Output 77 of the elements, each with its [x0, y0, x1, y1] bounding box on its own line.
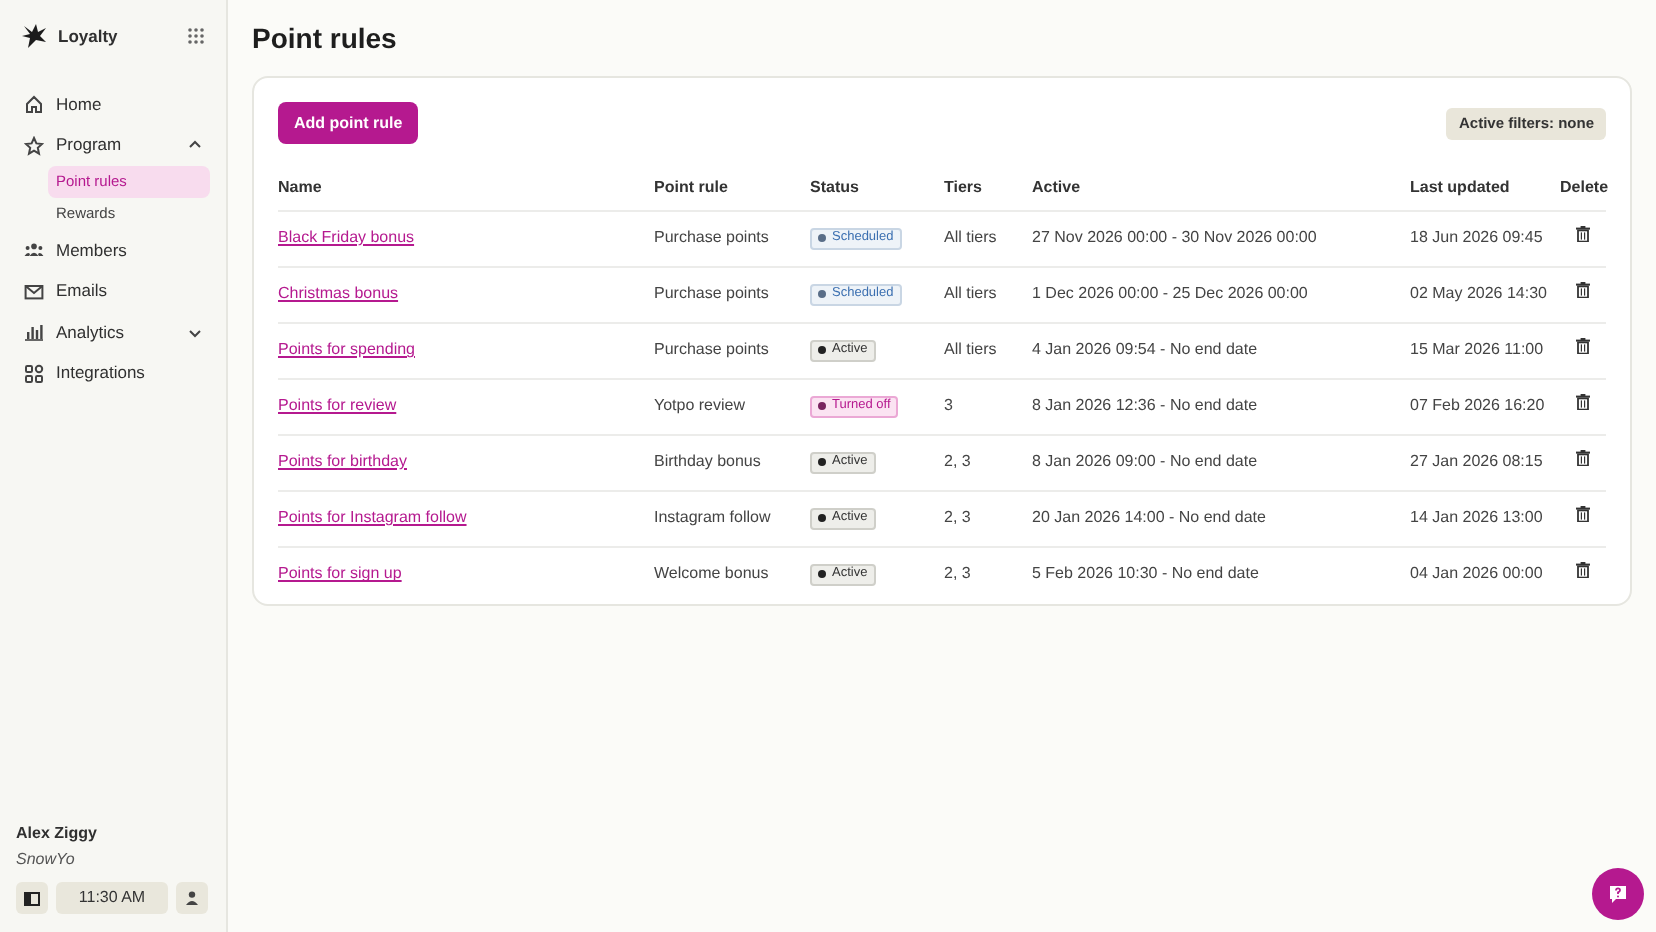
people-icon — [24, 240, 44, 261]
rule-link[interactable]: Points for review — [278, 396, 397, 414]
table-cell: 2, 3 — [944, 434, 1032, 490]
bar-chart-icon — [24, 322, 44, 343]
delete-button[interactable] — [1576, 226, 1590, 242]
nav-item[interactable]: Home — [16, 84, 210, 125]
table-cell: 5 Feb 2026 10:30 - No end date — [1032, 546, 1410, 602]
nav-item[interactable]: Analytics — [16, 312, 210, 353]
nav-item[interactable]: Integrations — [16, 353, 210, 394]
column-header: Delete — [1560, 166, 1606, 210]
help-icon — [1608, 884, 1628, 904]
chevron-down-icon[interactable] — [188, 325, 202, 340]
rule-link[interactable]: Black Friday bonus — [278, 228, 415, 246]
nav-item[interactable]: Emails — [16, 271, 210, 312]
column-header: Name — [278, 166, 654, 210]
column-header: Active — [1032, 166, 1410, 210]
table-cell: 8 Jan 2026 09:00 - No end date — [1032, 434, 1410, 490]
column-header: Status — [810, 166, 944, 210]
shop-name: SnowYo — [16, 848, 77, 872]
mail-icon — [24, 281, 44, 302]
table-cell: Yotpo review — [654, 378, 810, 434]
page-title: Point rules — [252, 20, 399, 58]
sidebar-panel-icon — [24, 891, 40, 905]
nav-item[interactable]: Program — [16, 125, 210, 166]
table-cell: 04 Jan 2026 00:00 — [1410, 546, 1560, 602]
time-button[interactable]: 11:30 AM — [56, 882, 168, 914]
table-cell: 27 Nov 2026 00:00 - 30 Nov 2026 00:00 — [1032, 210, 1410, 266]
rule-link[interactable]: Points for spending — [278, 340, 415, 358]
grid-icon — [24, 363, 44, 384]
table-cell: Purchase points — [654, 322, 810, 378]
column-header: Tiers — [944, 166, 1032, 210]
nav-item[interactable]: Members — [16, 230, 210, 271]
table-cell: All tiers — [944, 210, 1032, 266]
table-cell: 2, 3 — [944, 546, 1032, 602]
table-cell: 18 Jun 2026 09:45 — [1410, 210, 1560, 266]
brand-name: Loyalty — [58, 23, 120, 49]
add-point-rule-button[interactable]: Add point rule — [278, 102, 419, 144]
table-cell: 02 May 2026 14:30 — [1410, 266, 1560, 322]
column-header: Last updated — [1410, 166, 1560, 210]
table-cell: 8 Jan 2026 12:36 - No end date — [1032, 378, 1410, 434]
delete-button[interactable] — [1576, 506, 1590, 522]
user-button[interactable] — [176, 882, 208, 914]
delete-button[interactable] — [1576, 338, 1590, 354]
table-cell: 1 Dec 2026 00:00 - 25 Dec 2026 00:00 — [1032, 266, 1410, 322]
delete-button[interactable] — [1576, 394, 1590, 410]
table-cell: 14 Jan 2026 13:00 — [1410, 490, 1560, 546]
table-cell: Birthday bonus — [654, 434, 810, 490]
sidebar-toggle-button[interactable] — [16, 882, 48, 914]
table-cell: Welcome bonus — [654, 546, 810, 602]
table-cell: 07 Feb 2026 16:20 — [1410, 378, 1560, 434]
rule-link[interactable]: Points for sign up — [278, 564, 402, 583]
table-cell: 3 — [944, 378, 1032, 434]
star-icon — [24, 135, 44, 156]
table-cell: 15 Mar 2026 11:00 — [1410, 322, 1560, 378]
rule-link[interactable]: Points for birthday — [278, 452, 407, 470]
apps-grid-icon[interactable] — [188, 28, 204, 44]
table-cell: 27 Jan 2026 08:15 — [1410, 434, 1560, 490]
logo-icon — [22, 24, 48, 48]
table-cell: 2, 3 — [944, 490, 1032, 546]
table-cell: Instagram follow — [654, 490, 810, 546]
rule-link[interactable]: Christmas bonus — [278, 284, 399, 302]
delete-button[interactable] — [1576, 450, 1590, 466]
help-button[interactable] — [1592, 868, 1644, 920]
table-cell: 4 Jan 2026 09:54 - No end date — [1032, 322, 1410, 378]
delete-button[interactable] — [1576, 282, 1590, 298]
table-cell: 20 Jan 2026 14:00 - No end date — [1032, 490, 1410, 546]
chevron-up-icon[interactable] — [188, 138, 202, 153]
table-cell: Purchase points — [654, 210, 810, 266]
user-name: Alex Ziggy — [16, 822, 99, 846]
table-cell: All tiers — [944, 322, 1032, 378]
rule-link[interactable]: Points for Instagram follow — [278, 508, 467, 526]
column-header: Point rule — [654, 166, 810, 210]
table-cell: All tiers — [944, 266, 1032, 322]
table-cell: Purchase points — [654, 266, 810, 322]
home-icon — [24, 94, 44, 115]
delete-button[interactable] — [1576, 562, 1590, 579]
person-icon — [184, 890, 200, 906]
